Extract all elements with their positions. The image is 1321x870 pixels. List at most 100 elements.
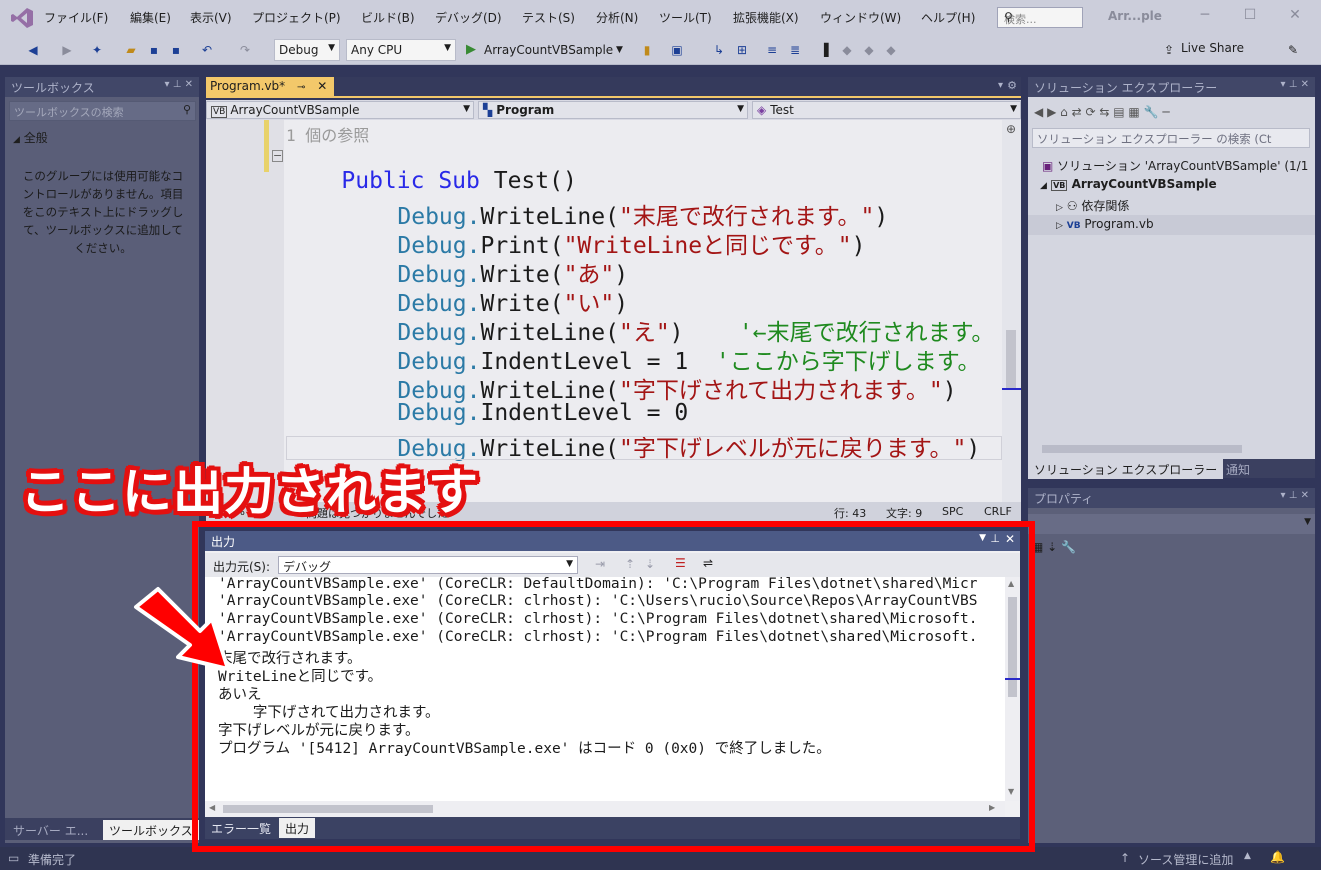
pin-icon[interactable]: ▾ ⊥ ✕ bbox=[1281, 490, 1309, 501]
global-search-box[interactable]: 検索... ⚲ bbox=[997, 7, 1083, 28]
notification-bell-icon[interactable]: 🔔 bbox=[1270, 850, 1285, 864]
properties-icon[interactable]: 🔧 bbox=[1144, 105, 1159, 119]
feedback-icon[interactable]: ✎ bbox=[1284, 41, 1302, 59]
live-share-icon[interactable]: ⇪ bbox=[1160, 41, 1178, 59]
start-debug-icon[interactable]: ▶ bbox=[466, 42, 476, 57]
tab-notifications[interactable]: 通知 bbox=[1220, 459, 1256, 479]
editor-margin bbox=[206, 120, 284, 502]
back-icon[interactable]: ◀ bbox=[24, 41, 42, 59]
screenshot-icon[interactable]: ▣ bbox=[668, 41, 686, 59]
collapse-all-icon[interactable]: ▤ bbox=[1113, 105, 1124, 119]
undo-icon[interactable]: ↶ bbox=[198, 41, 216, 59]
tab-solution-explorer[interactable]: ソリューション エクスプローラー bbox=[1028, 459, 1224, 479]
code-editor[interactable]: − 1 個の参照 Public Sub Test() Debug.WriteLi… bbox=[206, 120, 1002, 502]
pin-icon[interactable]: ▾ ⊥ ✕ bbox=[1281, 79, 1309, 90]
menu-window[interactable]: ウィンドウ(W) bbox=[820, 9, 901, 26]
tree-label: 依存関係 bbox=[1081, 199, 1130, 213]
step-icon[interactable]: ↳ bbox=[710, 41, 728, 59]
chevron-up-icon[interactable]: ▲ bbox=[1244, 851, 1251, 861]
tree-item-dependencies[interactable]: ▷ ⚇ 依存関係 bbox=[1056, 197, 1129, 214]
menu-debug[interactable]: デバッグ(D) bbox=[435, 9, 502, 26]
menu-build[interactable]: ビルド(B) bbox=[361, 9, 415, 26]
new-project-icon[interactable]: ✦ bbox=[88, 41, 106, 59]
show-all-icon[interactable]: ▦ bbox=[1128, 105, 1139, 119]
solution-explorer-panel: ソリューション エクスプローラー ▾ ⊥ ✕ ◀ ▶ ⌂ ⇄ ⟳ ⇆ ▤ ▦ 🔧… bbox=[1028, 77, 1315, 477]
properties-title-bar: プロパティ ▾ ⊥ ✕ bbox=[1028, 488, 1315, 508]
save-icon[interactable]: ▪ bbox=[145, 41, 163, 59]
scroll-thumb[interactable] bbox=[1006, 330, 1016, 390]
menu-test[interactable]: テスト(S) bbox=[522, 9, 575, 26]
tree-item-solution[interactable]: ▣ ソリューション 'ArrayCountVBSample' (1/1 bbox=[1042, 157, 1308, 174]
pin-icon[interactable]: ⊸ bbox=[297, 82, 305, 93]
configuration-dropdown[interactable]: Debug ▼ bbox=[274, 39, 340, 61]
uncomment-icon[interactable]: ≣ bbox=[786, 41, 804, 59]
tree-item-project[interactable]: ◢ VB ArrayCountVBSample bbox=[1040, 177, 1217, 191]
minimize-icon[interactable]: ─ bbox=[1190, 7, 1220, 27]
comment-icon[interactable]: ≡ bbox=[763, 41, 781, 59]
hierarchy-icon[interactable]: ⊞ bbox=[733, 41, 751, 59]
preview-icon[interactable]: ─ bbox=[1162, 105, 1169, 119]
tree-item-program-vb[interactable]: ▷ VB Program.vb bbox=[1028, 215, 1315, 235]
paren-token: ) bbox=[942, 378, 957, 404]
toolbox-search-input[interactable]: ツールボックスの検索 ⚲ bbox=[9, 101, 196, 121]
collapse-icon[interactable]: − bbox=[272, 150, 283, 162]
tab-program-vb[interactable]: Program.vb* ⊸ ✕ bbox=[206, 77, 334, 98]
tab-server-explorer[interactable]: サーバー エ... bbox=[7, 820, 94, 840]
tab-overflow-icon[interactable]: ▾ bbox=[998, 80, 1003, 91]
properties-panel: プロパティ ▾ ⊥ ✕ ▼ ▦ ⇣ 🔧 bbox=[1028, 488, 1315, 843]
home-icon[interactable]: ⌂ bbox=[1060, 105, 1068, 119]
menu-help[interactable]: ヘルプ(H) bbox=[921, 9, 975, 26]
menu-view[interactable]: 表示(V) bbox=[190, 9, 232, 26]
menu-extensions[interactable]: 拡張機能(X) bbox=[733, 9, 799, 26]
class-dropdown[interactable]: ▚ Program ▼ bbox=[478, 101, 748, 119]
standard-toolbar: ◀ ▶ ✦ ▰ ▪ ▪ ↶ ↷ Debug ▼ Any CPU ▼ ▶ ArrayC… bbox=[0, 35, 1321, 65]
prev-bookmark-icon[interactable]: ◆ bbox=[838, 41, 856, 59]
forward-icon[interactable]: ▶ bbox=[1047, 105, 1056, 119]
menu-file[interactable]: ファイル(F) bbox=[44, 9, 108, 26]
bookmark-icon[interactable]: ▐ bbox=[815, 41, 833, 59]
solution-search-input[interactable]: ソリューション エクスプローラー の検索 (Ct bbox=[1032, 128, 1310, 148]
chevron-down-icon: ▼ bbox=[1304, 517, 1311, 527]
pin-icon[interactable]: ▾ ⊥ ✕ bbox=[165, 79, 193, 90]
menu-edit[interactable]: 編集(E) bbox=[130, 9, 171, 26]
redo-icon[interactable]: ↷ bbox=[236, 41, 254, 59]
live-share-button[interactable]: Live Share bbox=[1181, 41, 1244, 55]
gear-icon[interactable]: ⚙ bbox=[1007, 79, 1017, 92]
forward-icon[interactable]: ▶ bbox=[58, 41, 76, 59]
alphabetical-icon[interactable]: ⇣ bbox=[1047, 540, 1057, 554]
back-icon[interactable]: ◀ bbox=[1034, 105, 1043, 119]
pending-changes-icon[interactable]: ⟳ bbox=[1085, 105, 1095, 119]
solution-hscroll-thumb[interactable] bbox=[1042, 445, 1242, 453]
close-tab-icon[interactable]: ✕ bbox=[317, 79, 327, 93]
paren-token: ) bbox=[874, 204, 889, 230]
sync-icon[interactable]: ⇆ bbox=[1099, 105, 1109, 119]
project-name: ArrayCountVBSample bbox=[230, 103, 360, 117]
menu-tools[interactable]: ツール(T) bbox=[659, 9, 712, 26]
switch-views-icon[interactable]: ⇄ bbox=[1072, 105, 1082, 119]
tab-toolbox[interactable]: ツールボックス bbox=[103, 820, 199, 840]
visual-studio-logo-icon[interactable] bbox=[10, 7, 34, 29]
editor-vertical-scrollbar[interactable]: ⊕ bbox=[1002, 120, 1021, 502]
maximize-icon[interactable]: ☐ bbox=[1235, 7, 1265, 27]
save-all-icon[interactable]: ▪ bbox=[167, 41, 185, 59]
close-window-icon[interactable]: ✕ bbox=[1280, 7, 1310, 27]
properties-object-dropdown[interactable]: ▼ bbox=[1028, 514, 1315, 534]
menu-analyze[interactable]: 分析(N) bbox=[596, 9, 638, 26]
project-dropdown[interactable]: VB ArrayCountVBSample ▼ bbox=[206, 101, 474, 119]
open-folder-icon[interactable]: ▰ bbox=[122, 41, 140, 59]
clear-bookmark-icon[interactable]: ◆ bbox=[882, 41, 900, 59]
run-target-label[interactable]: ArrayCountVBSample bbox=[484, 43, 613, 57]
vb-file-icon: VB bbox=[1066, 221, 1081, 231]
status-icon: ▭ bbox=[8, 851, 20, 865]
split-icon[interactable]: ⊕ bbox=[1006, 122, 1016, 136]
member-dropdown[interactable]: ◈ Test ▼ bbox=[752, 101, 1021, 119]
browser-link-icon[interactable]: ▮ bbox=[638, 41, 656, 59]
next-bookmark-icon[interactable]: ◆ bbox=[860, 41, 878, 59]
add-source-control-button[interactable]: ソース管理に追加 bbox=[1138, 851, 1233, 868]
tree-label: ArrayCountVBSample bbox=[1071, 177, 1217, 191]
toolbox-group-general[interactable]: ◢ 全般 bbox=[13, 129, 48, 146]
chevron-down-icon[interactable]: ▼ bbox=[616, 45, 623, 55]
menu-project[interactable]: プロジェクト(P) bbox=[252, 9, 341, 26]
property-pages-icon[interactable]: 🔧 bbox=[1061, 540, 1076, 554]
platform-dropdown[interactable]: Any CPU ▼ bbox=[346, 39, 456, 61]
